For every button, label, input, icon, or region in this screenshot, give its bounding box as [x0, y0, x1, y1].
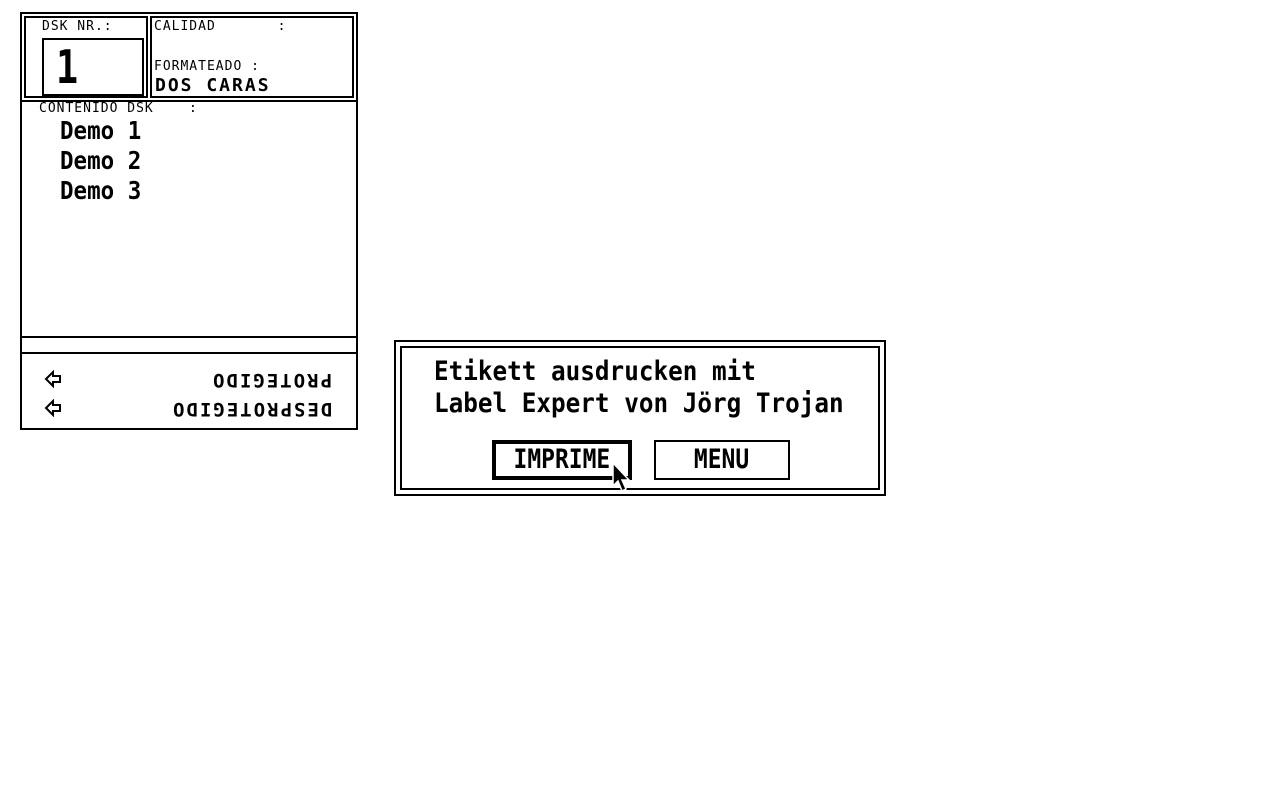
disk-number-value: 1	[56, 40, 79, 94]
disk-label-card: DSK NR.: 1 CALIDAD : FORMATEADO : DOS CA…	[20, 12, 358, 430]
unprotected-option[interactable]: DESPROTEGIDO	[22, 397, 356, 421]
disk-number-field[interactable]: 1	[42, 38, 144, 96]
format-value[interactable]: DOS CARAS	[155, 76, 271, 96]
disk-number-box: DSK NR.: 1	[24, 16, 148, 98]
dialog-message-line-1: Etikett ausdrucken mit	[434, 356, 756, 387]
dialog-frame: Etikett ausdrucken mit Label Expert von …	[400, 346, 880, 490]
disk-info-box: CALIDAD : FORMATEADO : DOS CARAS	[150, 16, 354, 98]
section-divider	[22, 336, 356, 354]
contents-list: Demo 1 Demo 2 Demo 3	[60, 116, 150, 206]
contents-item[interactable]: Demo 2	[60, 146, 141, 176]
left-arrow-icon[interactable]	[44, 399, 62, 417]
print-button-label: IMPRIME	[513, 444, 611, 475]
protected-option[interactable]: PROTEGIDO	[22, 368, 356, 392]
protected-label: PROTEGIDO	[211, 369, 332, 391]
format-label: FORMATEADO :	[154, 59, 260, 74]
contents-item[interactable]: Demo 3	[60, 176, 141, 206]
contents-label: CONTENIDO DSK :	[39, 101, 198, 116]
disk-contents-section: CONTENIDO DSK : Demo 1 Demo 2 Demo 3	[22, 100, 356, 338]
menu-button[interactable]: MENU	[654, 440, 790, 480]
dialog-message-line-2: Label Expert von Jörg Trojan	[434, 388, 844, 419]
protection-section: PROTEGIDO DESPROTEGIDO	[22, 354, 356, 428]
contents-item[interactable]: Demo 1	[60, 116, 141, 146]
print-dialog: Etikett ausdrucken mit Label Expert von …	[394, 340, 886, 496]
disk-number-label: DSK NR.:	[42, 19, 113, 34]
unprotected-label: DESPROTEGIDO	[170, 398, 332, 420]
menu-button-label: MENU	[694, 444, 750, 475]
left-arrow-icon[interactable]	[44, 370, 62, 388]
mouse-pointer-icon	[612, 462, 631, 493]
label-header: DSK NR.: 1 CALIDAD : FORMATEADO : DOS CA…	[22, 14, 356, 100]
print-button[interactable]: IMPRIME	[492, 440, 632, 480]
quality-label: CALIDAD :	[154, 19, 287, 34]
